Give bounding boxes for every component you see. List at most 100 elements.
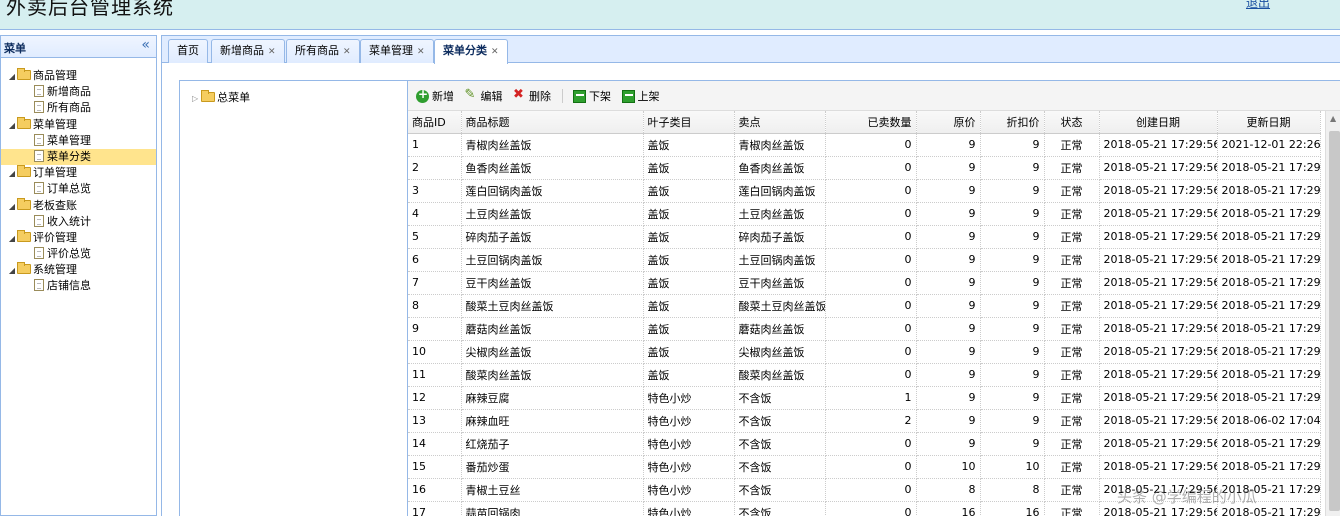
menu-item-label: 收入统计	[47, 214, 91, 228]
menu-item[interactable]: 收入统计	[1, 214, 156, 230]
close-icon[interactable]: ✕	[268, 47, 276, 57]
table-row[interactable]: 5 碎肉茄子盖饭 盖饭 碎肉茄子盖饭 0 9 9 正常 2018-05-21 17:29:56 2…	[408, 225, 1321, 249]
collapse-arrow-icon[interactable]: ◢	[7, 118, 17, 134]
table-cell: 2018-06-02 17:04:0	[1217, 409, 1321, 433]
tab-item[interactable]: 新增商品 ✕	[211, 39, 285, 63]
table-row[interactable]: 6 土豆回锅肉盖饭 盖饭 土豆回锅肉盖饭 0 9 9 正常 2018-05-21 17:29:5…	[408, 248, 1321, 272]
table-cell: 0	[825, 225, 917, 249]
table-cell: 盖饭	[643, 363, 735, 387]
table-row[interactable]: 1 青椒肉丝盖饭 盖饭 青椒肉丝盖饭 0 9 9 正常 2018-05-21 17:29:56 2…	[408, 133, 1321, 157]
table-cell: 不含饭	[734, 478, 826, 502]
collapse-arrow-icon[interactable]: ◢	[7, 231, 17, 247]
tab-item[interactable]: 所有商品 ✕	[286, 39, 360, 63]
table-cell: 2018-05-21 17:29:5	[1217, 271, 1321, 295]
column-header[interactable]: 卖点	[734, 111, 826, 134]
table-cell: 12	[408, 386, 462, 410]
table-cell: 16	[916, 501, 981, 516]
table-cell: 2018-05-21 17:29:5	[1217, 179, 1321, 203]
table-header-row: 商品ID 商品标题 叶子类目 卖点 已卖数量 原价 折扣价 状态 创建日期 更新日期	[408, 111, 1321, 134]
close-icon[interactable]: ✕	[491, 47, 499, 57]
menu-item[interactable]: 所有商品	[1, 100, 156, 116]
menu-item[interactable]: 菜单管理	[1, 133, 156, 149]
table-cell: 不含饭	[734, 432, 826, 456]
table-cell: 9	[916, 225, 981, 249]
table-row[interactable]: 7 豆干肉丝盖饭 盖饭 豆干肉丝盖饭 0 9 9 正常 2018-05-21 17:29:56 2…	[408, 271, 1321, 295]
table-cell: 正常	[1044, 386, 1100, 410]
menu-item[interactable]: ◢ 系统管理	[1, 262, 156, 278]
tab-item[interactable]: 菜单分类 ✕	[434, 39, 508, 64]
put-up-button[interactable]: 上架	[621, 90, 660, 104]
menu-tree: ◢ 商品管理 新增商品 所有商品 ◢ 菜单管理 菜单管理 菜单分类 ◢ 订单管理 订单总览 ◢ 老板查账…	[1, 58, 156, 295]
scrollbar-thumb[interactable]	[1329, 131, 1340, 511]
table-row[interactable]: 3 莲白回锅肉盖饭 盖饭 莲白回锅肉盖饭 0 9 9 正常 2018-05-21 17:29:5…	[408, 179, 1321, 203]
table-cell: 豆干肉丝盖饭	[461, 271, 644, 295]
take-down-button[interactable]: 下架	[573, 90, 611, 104]
table-cell: 9	[408, 317, 462, 341]
column-header[interactable]: 商品标题	[461, 111, 644, 134]
scroll-up-icon[interactable]: ▲	[1330, 114, 1336, 123]
table-row[interactable]: 11 酸菜肉丝盖饭 盖饭 酸菜肉丝盖饭 0 9 9 正常 2018-05-21 17:29:56…	[408, 363, 1321, 387]
column-header[interactable]: 商品ID	[408, 111, 462, 134]
table-row[interactable]: 10 尖椒肉丝盖饭 盖饭 尖椒肉丝盖饭 0 9 9 正常 2018-05-21 17:29:56…	[408, 340, 1321, 364]
table-row[interactable]: 14 红烧茄子 特色小炒 不含饭 0 9 9 正常 2018-05-21 17:29:56 201…	[408, 432, 1321, 456]
table-row[interactable]: 15 番茄炒蛋 特色小炒 不含饭 0 10 10 正常 2018-05-21 17:29:56 2…	[408, 455, 1321, 479]
table-cell: 6	[408, 248, 462, 272]
table-cell: 11	[408, 363, 462, 387]
menu-item[interactable]: ◢ 老板查账	[1, 197, 156, 215]
table-cell: 2018-05-21 17:29:5	[1217, 386, 1321, 410]
table-cell: 不含饭	[734, 386, 826, 410]
toolbar-separator	[561, 89, 563, 103]
collapse-icon[interactable]: «	[141, 37, 150, 53]
menu-item[interactable]: 评价总览	[1, 246, 156, 262]
table-row[interactable]: 13 麻辣血旺 特色小炒 不含饭 2 9 9 正常 2018-05-21 17:29:56 201…	[408, 409, 1321, 433]
table-cell: 番茄炒蛋	[461, 455, 644, 479]
logout-link[interactable]: 退出	[1246, 0, 1270, 11]
collapse-arrow-icon[interactable]: ◢	[7, 199, 17, 215]
menu-item[interactable]: 菜单分类	[1, 148, 156, 166]
table-row[interactable]: 4 土豆肉丝盖饭 盖饭 土豆肉丝盖饭 0 9 9 正常 2018-05-21 17:29:56 2…	[408, 202, 1321, 226]
delete-button[interactable]: 删除	[513, 88, 551, 104]
menu-item[interactable]: 店铺信息	[1, 278, 156, 294]
expand-arrow-icon[interactable]: ▷	[192, 94, 198, 103]
table-cell: 正常	[1044, 225, 1100, 249]
menu-item[interactable]: 新增商品	[1, 84, 156, 100]
table-cell: 13	[408, 409, 462, 433]
tab-item[interactable]: 菜单管理 ✕	[360, 39, 434, 63]
tab-item[interactable]: 首页	[168, 39, 208, 63]
close-icon[interactable]: ✕	[417, 47, 425, 57]
table-row[interactable]: 9 蘑菇肉丝盖饭 盖饭 蘑菇肉丝盖饭 0 9 9 正常 2018-05-21 17:29:56 2…	[408, 317, 1321, 341]
table-row[interactable]: 8 酸菜土豆肉丝盖饭 盖饭 酸菜土豆肉丝盖饭 0 9 9 正常 2018-05-21 17:29…	[408, 294, 1321, 318]
menu-item-label: 订单总览	[47, 182, 91, 196]
edit-button[interactable]: 编辑	[465, 88, 503, 104]
menu-item[interactable]: ◢ 评价管理	[1, 229, 156, 247]
collapse-arrow-icon[interactable]: ◢	[7, 263, 17, 279]
collapse-arrow-icon[interactable]: ◢	[7, 69, 17, 85]
menu-item[interactable]: ◢ 菜单管理	[1, 116, 156, 134]
column-header[interactable]: 原价	[916, 111, 981, 134]
collapse-arrow-icon[interactable]: ◢	[7, 166, 17, 182]
table-row[interactable]: 12 麻辣豆腐 特色小炒 不含饭 1 9 9 正常 2018-05-21 17:29:56 201…	[408, 386, 1321, 410]
table-cell: 2018-05-21 17:29:56	[1099, 271, 1218, 295]
add-button[interactable]: 新增	[416, 87, 454, 104]
table-cell: 0	[825, 248, 917, 272]
menu-item-label: 系统管理	[33, 263, 77, 277]
vertical-scrollbar[interactable]: ▲	[1325, 111, 1340, 516]
column-header[interactable]: 状态	[1044, 111, 1100, 134]
column-header[interactable]: 创建日期	[1099, 111, 1218, 134]
column-header[interactable]: 更新日期	[1217, 111, 1321, 134]
table-cell: 正常	[1044, 455, 1100, 479]
column-header[interactable]: 叶子类目	[643, 111, 735, 134]
file-icon	[34, 149, 44, 162]
column-header[interactable]: 折扣价	[980, 111, 1045, 134]
close-icon[interactable]: ✕	[343, 47, 351, 57]
menu-item[interactable]: 订单总览	[1, 181, 156, 197]
column-header[interactable]: 已卖数量	[825, 111, 917, 134]
category-tree-root[interactable]: ▷ 总菜单	[192, 89, 250, 105]
table-cell: 尖椒肉丝盖饭	[461, 340, 644, 364]
table-row[interactable]: 2 鱼香肉丝盖饭 盖饭 鱼香肉丝盖饭 0 9 9 正常 2018-05-21 17:29:56 2…	[408, 156, 1321, 180]
minus-box-icon	[573, 90, 586, 103]
category-root-label: 总菜单	[217, 91, 251, 104]
menu-item[interactable]: ◢ 订单管理	[1, 165, 156, 181]
table-cell: 0	[825, 340, 917, 364]
menu-item[interactable]: ◢ 商品管理	[1, 68, 156, 84]
